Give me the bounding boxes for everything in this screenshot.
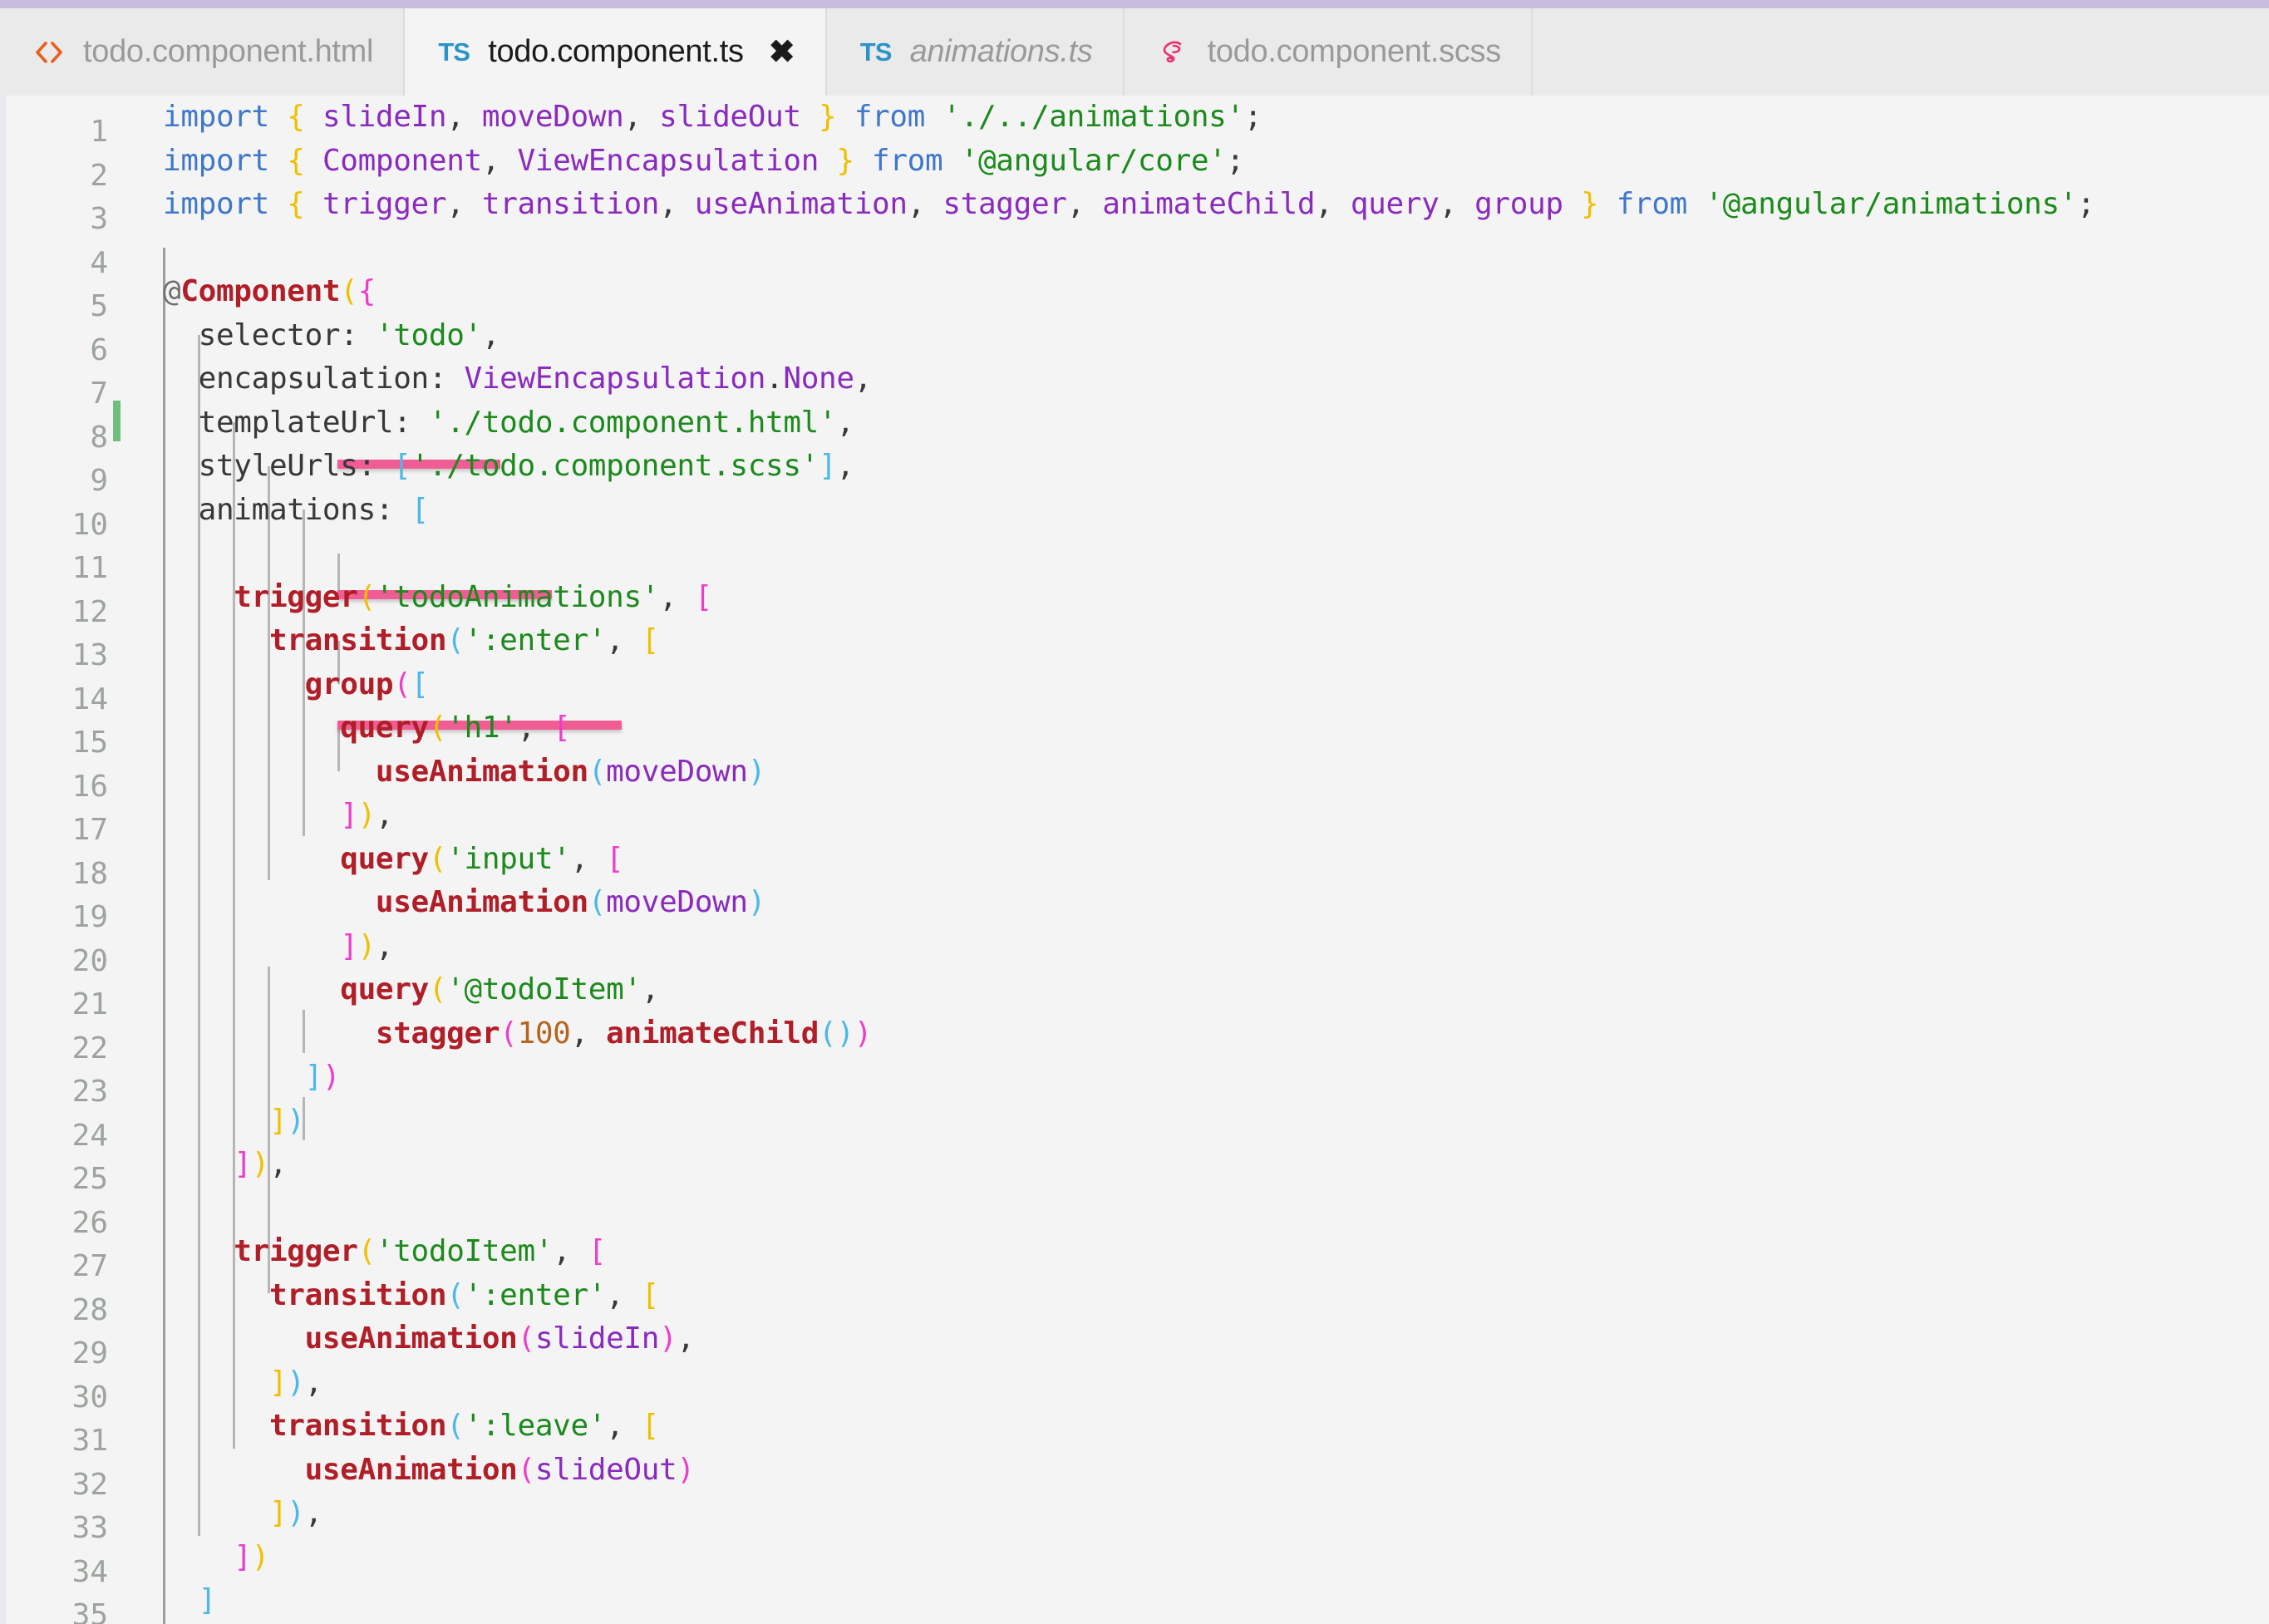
line-content: import { slideIn, moveDown, slideOut } f… <box>163 100 1262 134</box>
line-content: query('@todoItem', <box>340 972 660 1006</box>
tab-label: todo.component.html <box>83 34 374 69</box>
line-content: trigger('todoAnimations', [ <box>234 579 713 614</box>
code-line[interactable]: 29 useAnimation(slideIn), <box>0 1317 2269 1371</box>
code-line[interactable]: 26 <box>0 1187 2269 1240</box>
line-content: encapsulation: ViewEncapsulation.None, <box>198 362 873 396</box>
line-content: transition(':enter', [ <box>268 1277 660 1312</box>
code-line[interactable]: 14 group([ <box>0 663 2269 716</box>
typescript-icon-text: TS <box>438 37 470 66</box>
code-line[interactable]: 11 <box>0 532 2269 585</box>
line-content: import { trigger, transition, useAnimati… <box>163 187 2095 221</box>
code-line[interactable]: 8 templateUrl: './todo.component.html', <box>0 401 2269 455</box>
tab-label: animations.ts <box>909 34 1093 69</box>
line-content: query('input', [ <box>340 841 624 876</box>
line-content: useAnimation(slideIn), <box>304 1321 696 1356</box>
code-line[interactable]: 2 import { Component, ViewEncapsulation … <box>0 140 2269 193</box>
window-accent-bar <box>0 0 2269 8</box>
line-content: ]) <box>268 1103 305 1138</box>
line-content: stagger(100, animateChild()) <box>375 1016 873 1051</box>
code-line[interactable]: 25 ]), <box>0 1143 2269 1196</box>
code-line[interactable]: 21 query('@todoItem', <box>0 968 2269 1021</box>
code-editor[interactable]: 1 import { slideIn, moveDown, slideOut }… <box>0 96 2269 1624</box>
line-content: trigger('todoItem', [ <box>234 1234 607 1268</box>
code-line[interactable]: 35 ] <box>0 1579 2269 1624</box>
code-line[interactable]: 30 ]), <box>0 1361 2269 1415</box>
code-line[interactable]: 22 stagger(100, animateChild()) <box>0 1012 2269 1065</box>
code-line[interactable]: 33 ]), <box>0 1492 2269 1545</box>
close-icon[interactable]: ✖ <box>769 37 795 68</box>
editor-tab-bar: todo.component.html TS todo.component.ts… <box>0 8 2269 96</box>
code-line[interactable]: 20 ]), <box>0 925 2269 978</box>
code-line[interactable]: 18 query('input', [ <box>0 838 2269 891</box>
line-content: query('h1', [ <box>340 711 571 745</box>
code-line[interactable]: 17 ]), <box>0 794 2269 847</box>
code-line[interactable]: 34 ]) <box>0 1536 2269 1589</box>
line-content: useAnimation(moveDown) <box>375 754 766 789</box>
line-content: ]), <box>268 1365 322 1400</box>
line-content: ]) <box>304 1060 341 1094</box>
line-content: @Component({ <box>163 274 376 308</box>
code-line[interactable]: 7 encapsulation: ViewEncapsulation.None, <box>0 357 2269 411</box>
line-content: import { Component, ViewEncapsulation } … <box>163 143 1244 178</box>
code-lines-container[interactable]: 1 import { slideIn, moveDown, slideOut }… <box>0 96 2269 1624</box>
tab-todo-component-ts[interactable]: TS todo.component.ts ✖ <box>405 8 827 96</box>
line-content: useAnimation(slideOut) <box>304 1452 695 1487</box>
line-content: ]), <box>340 928 394 963</box>
code-line[interactable]: 1 import { slideIn, moveDown, slideOut }… <box>0 96 2269 149</box>
code-line[interactable]: 28 transition(':enter', [ <box>0 1274 2269 1327</box>
code-line[interactable]: 5 @Component({ <box>0 270 2269 323</box>
code-line[interactable]: 32 useAnimation(slideOut) <box>0 1449 2269 1502</box>
line-content: styleUrls: ['./todo.component.scss'], <box>198 449 854 483</box>
code-line[interactable]: 27 trigger('todoItem', [ <box>0 1230 2269 1283</box>
code-line[interactable]: 6 selector: 'todo', <box>0 314 2269 367</box>
code-line[interactable]: 31 transition(':leave', [ <box>0 1405 2269 1458</box>
code-line[interactable]: 19 useAnimation(moveDown) <box>0 881 2269 934</box>
line-number: 35 <box>71 1598 108 1624</box>
line-content: selector: 'todo', <box>198 317 500 352</box>
tab-animations-ts[interactable]: TS animations.ts <box>826 8 1125 96</box>
code-line[interactable]: 13 transition(':enter', [ <box>0 619 2269 672</box>
code-line[interactable]: 16 useAnimation(moveDown) <box>0 750 2269 804</box>
line-content: animations: [ <box>198 492 430 527</box>
line-content: templateUrl: './todo.component.html', <box>198 405 854 440</box>
code-line[interactable]: 4 <box>0 227 2269 280</box>
code-line[interactable]: 15 query('h1', [ <box>0 706 2269 760</box>
line-content: ]) <box>234 1539 269 1574</box>
typescript-icon: TS <box>857 33 895 71</box>
line-content: ]), <box>234 1147 288 1181</box>
code-line[interactable]: 9 styleUrls: ['./todo.component.scss'], <box>0 445 2269 498</box>
tab-todo-component-html[interactable]: todo.component.html <box>0 8 406 96</box>
typescript-icon: TS <box>435 33 473 71</box>
line-content: transition(':leave', [ <box>268 1409 660 1443</box>
line-content: ]), <box>340 798 394 832</box>
line-content: group([ <box>304 667 430 701</box>
code-line[interactable]: 23 ]) <box>0 1056 2269 1109</box>
html-angle-brackets-icon <box>30 33 68 71</box>
tab-todo-component-scss[interactable]: todo.component.scss <box>1124 8 1533 96</box>
line-content: ] <box>198 1583 217 1617</box>
code-line[interactable]: 10 animations: [ <box>0 489 2269 542</box>
line-content: useAnimation(moveDown) <box>375 885 766 919</box>
line-content: ]), <box>268 1496 322 1530</box>
line-content: transition(':enter', [ <box>268 623 660 657</box>
code-line[interactable]: 24 ]) <box>0 1100 2269 1153</box>
sass-icon <box>1154 33 1193 71</box>
tab-label: todo.component.scss <box>1207 34 1502 69</box>
code-line[interactable]: 3 import { trigger, transition, useAnima… <box>0 183 2269 236</box>
tab-label: todo.component.ts <box>488 34 744 69</box>
typescript-icon-text: TS <box>859 37 893 66</box>
code-line[interactable]: 12 trigger('todoAnimations', [ <box>0 576 2269 629</box>
